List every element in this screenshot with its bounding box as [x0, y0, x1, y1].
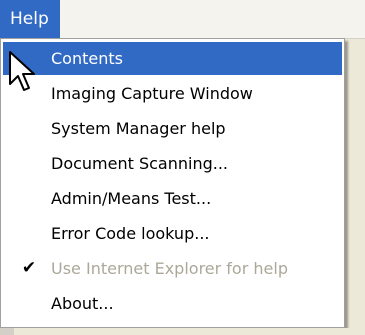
menu-bar: Help: [0, 0, 365, 39]
application-window: Help Contents Imaging Capture Window Sys…: [0, 0, 365, 335]
mouse-pointer-icon: [9, 51, 35, 91]
menu-item-use-internet-explorer[interactable]: ✔ Use Internet Explorer for help: [3, 252, 342, 285]
menu-item-document-scanning[interactable]: Document Scanning...: [3, 147, 342, 180]
window-edge-piece: [0, 328, 14, 335]
menu-item-contents[interactable]: Contents: [3, 42, 342, 75]
menu-help[interactable]: Help: [0, 0, 60, 38]
menu-item-system-manager-help[interactable]: System Manager help: [3, 112, 342, 145]
menu-item-admin-means-test[interactable]: Admin/Means Test...: [3, 182, 342, 215]
menu-item-about[interactable]: About...: [3, 287, 342, 320]
menu-item-label: Use Internet Explorer for help: [51, 259, 288, 278]
menu-item-error-code-lookup[interactable]: Error Code lookup...: [3, 217, 342, 250]
help-dropdown-menu: Contents Imaging Capture Window System M…: [0, 38, 345, 328]
menu-item-imaging-capture-window[interactable]: Imaging Capture Window: [3, 77, 342, 110]
check-icon: ✔: [21, 258, 37, 278]
window-edge: [0, 328, 365, 335]
